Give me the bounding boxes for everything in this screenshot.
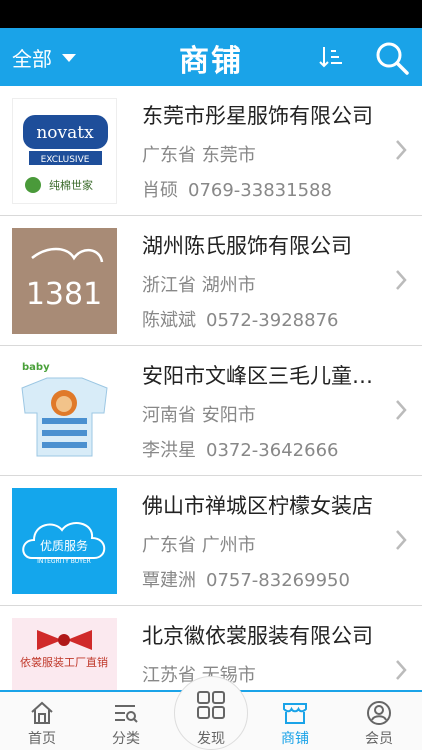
chevron-right-icon [396, 140, 407, 160]
sort-icon[interactable] [318, 44, 344, 70]
caret-down-icon [62, 54, 76, 62]
store-name: 东莞市彤星服饰有限公司 [142, 104, 373, 128]
chevron-right-icon [396, 530, 407, 550]
store-logo: baby [12, 358, 117, 464]
logo-text: 1381 [26, 277, 102, 312]
tab-member[interactable]: 会员 [337, 692, 421, 750]
contact-phone: 0757-83269950 [206, 570, 350, 591]
store-item[interactable]: novatx EXCLUSIVE 纯棉世家 东莞市彤星服饰有限公司 广东省 东莞… [0, 86, 422, 216]
logo-text: baby [22, 362, 50, 373]
tab-discover[interactable]: 发现 [169, 676, 253, 750]
region-filter-dropdown[interactable]: 全部 [12, 42, 76, 72]
tab-label: 发现 [197, 731, 225, 747]
store-name: 安阳市文峰区三毛儿童服装店 [142, 364, 387, 388]
store-province: 浙江省 [142, 275, 196, 296]
category-icon [115, 705, 138, 723]
store-region: 河南省 安阳市 [142, 401, 256, 427]
contact-phone: 0572-3928876 [206, 310, 339, 331]
store-contact: 肖硕 0769-33831588 [142, 176, 332, 202]
logo-text: 依裳服装工厂直销 [20, 655, 108, 669]
store-province: 广东省 [142, 145, 196, 166]
store-region: 广东省 东莞市 [142, 141, 256, 167]
user-icon [367, 701, 391, 725]
logo-sub: INTEGRITY BUYER [37, 558, 91, 565]
store-logo: 依裳服装工厂直销 [12, 618, 117, 690]
contact-phone: 0372-3642666 [206, 440, 339, 461]
store-logo: 优质服务 INTEGRITY BUYER [12, 488, 117, 594]
chevron-right-icon [396, 400, 407, 420]
logo-tag: 纯棉世家 [49, 178, 93, 192]
store-city: 安阳市 [201, 405, 256, 426]
tab-store[interactable]: 商铺 [253, 692, 337, 750]
chevron-right-icon [396, 270, 407, 290]
contact-name: 肖硕 [142, 180, 178, 201]
store-contact: 李洪星 0372-3642666 [142, 436, 338, 462]
tab-label: 分类 [112, 731, 140, 747]
store-logo: novatx EXCLUSIVE 纯棉世家 [12, 98, 117, 204]
status-bar [0, 0, 422, 28]
grid-icon [197, 691, 225, 719]
tab-home[interactable]: 首页 [0, 692, 84, 750]
logo-sub: EXCLUSIVE [41, 155, 90, 165]
top-bar: 全部 商铺 [0, 28, 422, 86]
chevron-right-icon [396, 660, 407, 680]
logo-text: novatx [36, 123, 94, 143]
store-city: 东莞市 [201, 145, 256, 166]
store-icon [283, 703, 307, 724]
contact-name: 李洪星 [142, 440, 196, 461]
store-region: 浙江省 湖州市 [142, 271, 256, 297]
home-icon [31, 701, 53, 724]
store-name: 佛山市禅城区柠檬女装店 [142, 494, 373, 518]
logo-text: 优质服务 [40, 538, 88, 553]
contact-name: 覃建洲 [142, 570, 196, 591]
store-list[interactable]: novatx EXCLUSIVE 纯棉世家 东莞市彤星服饰有限公司 广东省 东莞… [0, 86, 422, 690]
tab-label: 首页 [28, 731, 56, 747]
contact-name: 陈斌斌 [142, 310, 196, 331]
store-region: 广东省 广州市 [142, 531, 256, 557]
store-item[interactable]: baby 安阳市文峰区三毛儿童服装店 河南省 安阳市 李洪星 0372-36426… [0, 346, 422, 476]
store-item[interactable]: 优质服务 INTEGRITY BUYER 佛山市禅城区柠檬女装店 广东省 广州市… [0, 476, 422, 606]
contact-phone: 0769-33831588 [188, 180, 332, 201]
tab-category[interactable]: 分类 [84, 692, 168, 750]
store-city: 湖州市 [201, 275, 256, 296]
store-name: 北京徽依裳服装有限公司 [142, 624, 373, 648]
search-icon[interactable] [374, 40, 410, 76]
tab-label: 商铺 [281, 731, 309, 747]
store-logo: 1381 [12, 228, 117, 334]
store-name: 湖州陈氏服饰有限公司 [142, 234, 352, 258]
store-contact: 陈斌斌 0572-3928876 [142, 306, 338, 332]
store-city: 广州市 [201, 535, 256, 556]
region-filter-label: 全部 [12, 46, 52, 71]
bottom-tab-bar: 首页 分类 发现 商铺 会员 [0, 676, 422, 750]
store-item[interactable]: 1381 湖州陈氏服饰有限公司 浙江省 湖州市 陈斌斌 0572-3928876 [0, 216, 422, 346]
tab-label: 会员 [365, 731, 393, 747]
store-province: 广东省 [142, 535, 196, 556]
store-province: 河南省 [142, 405, 196, 426]
store-contact: 覃建洲 0757-83269950 [142, 566, 350, 592]
